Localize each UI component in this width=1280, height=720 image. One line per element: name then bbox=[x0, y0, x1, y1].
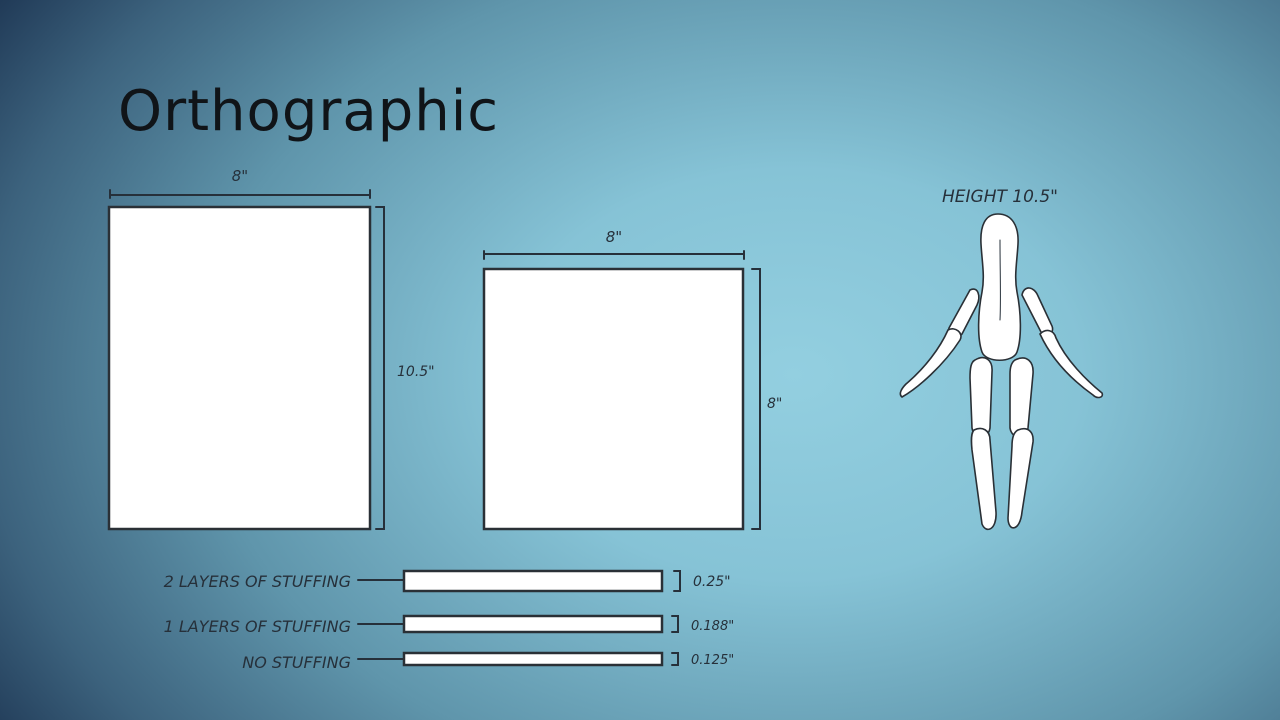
front-panel-width-label: 8" bbox=[232, 167, 248, 185]
stuffing-bar bbox=[402, 614, 664, 634]
stuffing-thickness: 0.25" bbox=[693, 574, 731, 590]
doll-figure: HEIGHT 10.5" bbox=[899, 187, 1104, 531]
stuffing-row-2: 1 LAYERS OF STUFFING 0.188" bbox=[164, 614, 734, 636]
stuffing-bracket bbox=[673, 570, 681, 592]
front-panel-rect bbox=[107, 205, 372, 531]
doll-left-forearm bbox=[899, 328, 962, 398]
doll-right-shin bbox=[1007, 427, 1034, 529]
stuffing-label: 1 LAYERS OF STUFFING bbox=[164, 617, 351, 636]
doll-left-shin bbox=[970, 427, 997, 531]
front-panel-width-dimension bbox=[109, 189, 371, 199]
front-panel-height-label: 10.5" bbox=[397, 364, 435, 380]
side-panel-rect bbox=[482, 267, 745, 531]
doll-body bbox=[977, 213, 1022, 362]
stuffing-thickness: 0.125" bbox=[691, 653, 734, 668]
side-panel: 8" 8" bbox=[482, 228, 782, 531]
doll-right-upper-arm bbox=[1021, 287, 1054, 336]
stuffing-bracket bbox=[671, 615, 679, 633]
doll-left-thigh bbox=[969, 356, 993, 438]
front-panel-height-dimension bbox=[375, 206, 385, 530]
stuffing-row-3: NO STUFFING 0.125" bbox=[242, 651, 734, 672]
figure-height-label: HEIGHT 10.5" bbox=[942, 187, 1058, 207]
orthographic-drawing: 8" 10.5" 8" 8" HEIGHT 10.5" 2 LAYERS OF … bbox=[107, 167, 1104, 672]
stuffing-row-1: 2 LAYERS OF STUFFING 0.25" bbox=[164, 569, 731, 593]
slide: Orthographic 8" 10.5" 8" 8" HEIGHT 10.5" bbox=[0, 0, 1280, 720]
side-panel-height-label: 8" bbox=[767, 396, 782, 412]
side-panel-width-label: 8" bbox=[606, 228, 622, 246]
stuffing-thickness: 0.188" bbox=[691, 619, 734, 634]
side-panel-width-dimension bbox=[483, 250, 745, 260]
side-panel-height-dimension bbox=[751, 268, 761, 530]
stuffing-bracket bbox=[671, 652, 679, 666]
stuffing-label: NO STUFFING bbox=[242, 653, 351, 672]
stuffing-bar bbox=[402, 651, 664, 667]
stuffing-bar bbox=[402, 569, 664, 593]
front-panel: 8" 10.5" bbox=[107, 167, 435, 531]
stuffing-label: 2 LAYERS OF STUFFING bbox=[164, 572, 351, 591]
doll-right-forearm bbox=[1039, 329, 1104, 399]
doll-right-thigh bbox=[1009, 357, 1034, 438]
